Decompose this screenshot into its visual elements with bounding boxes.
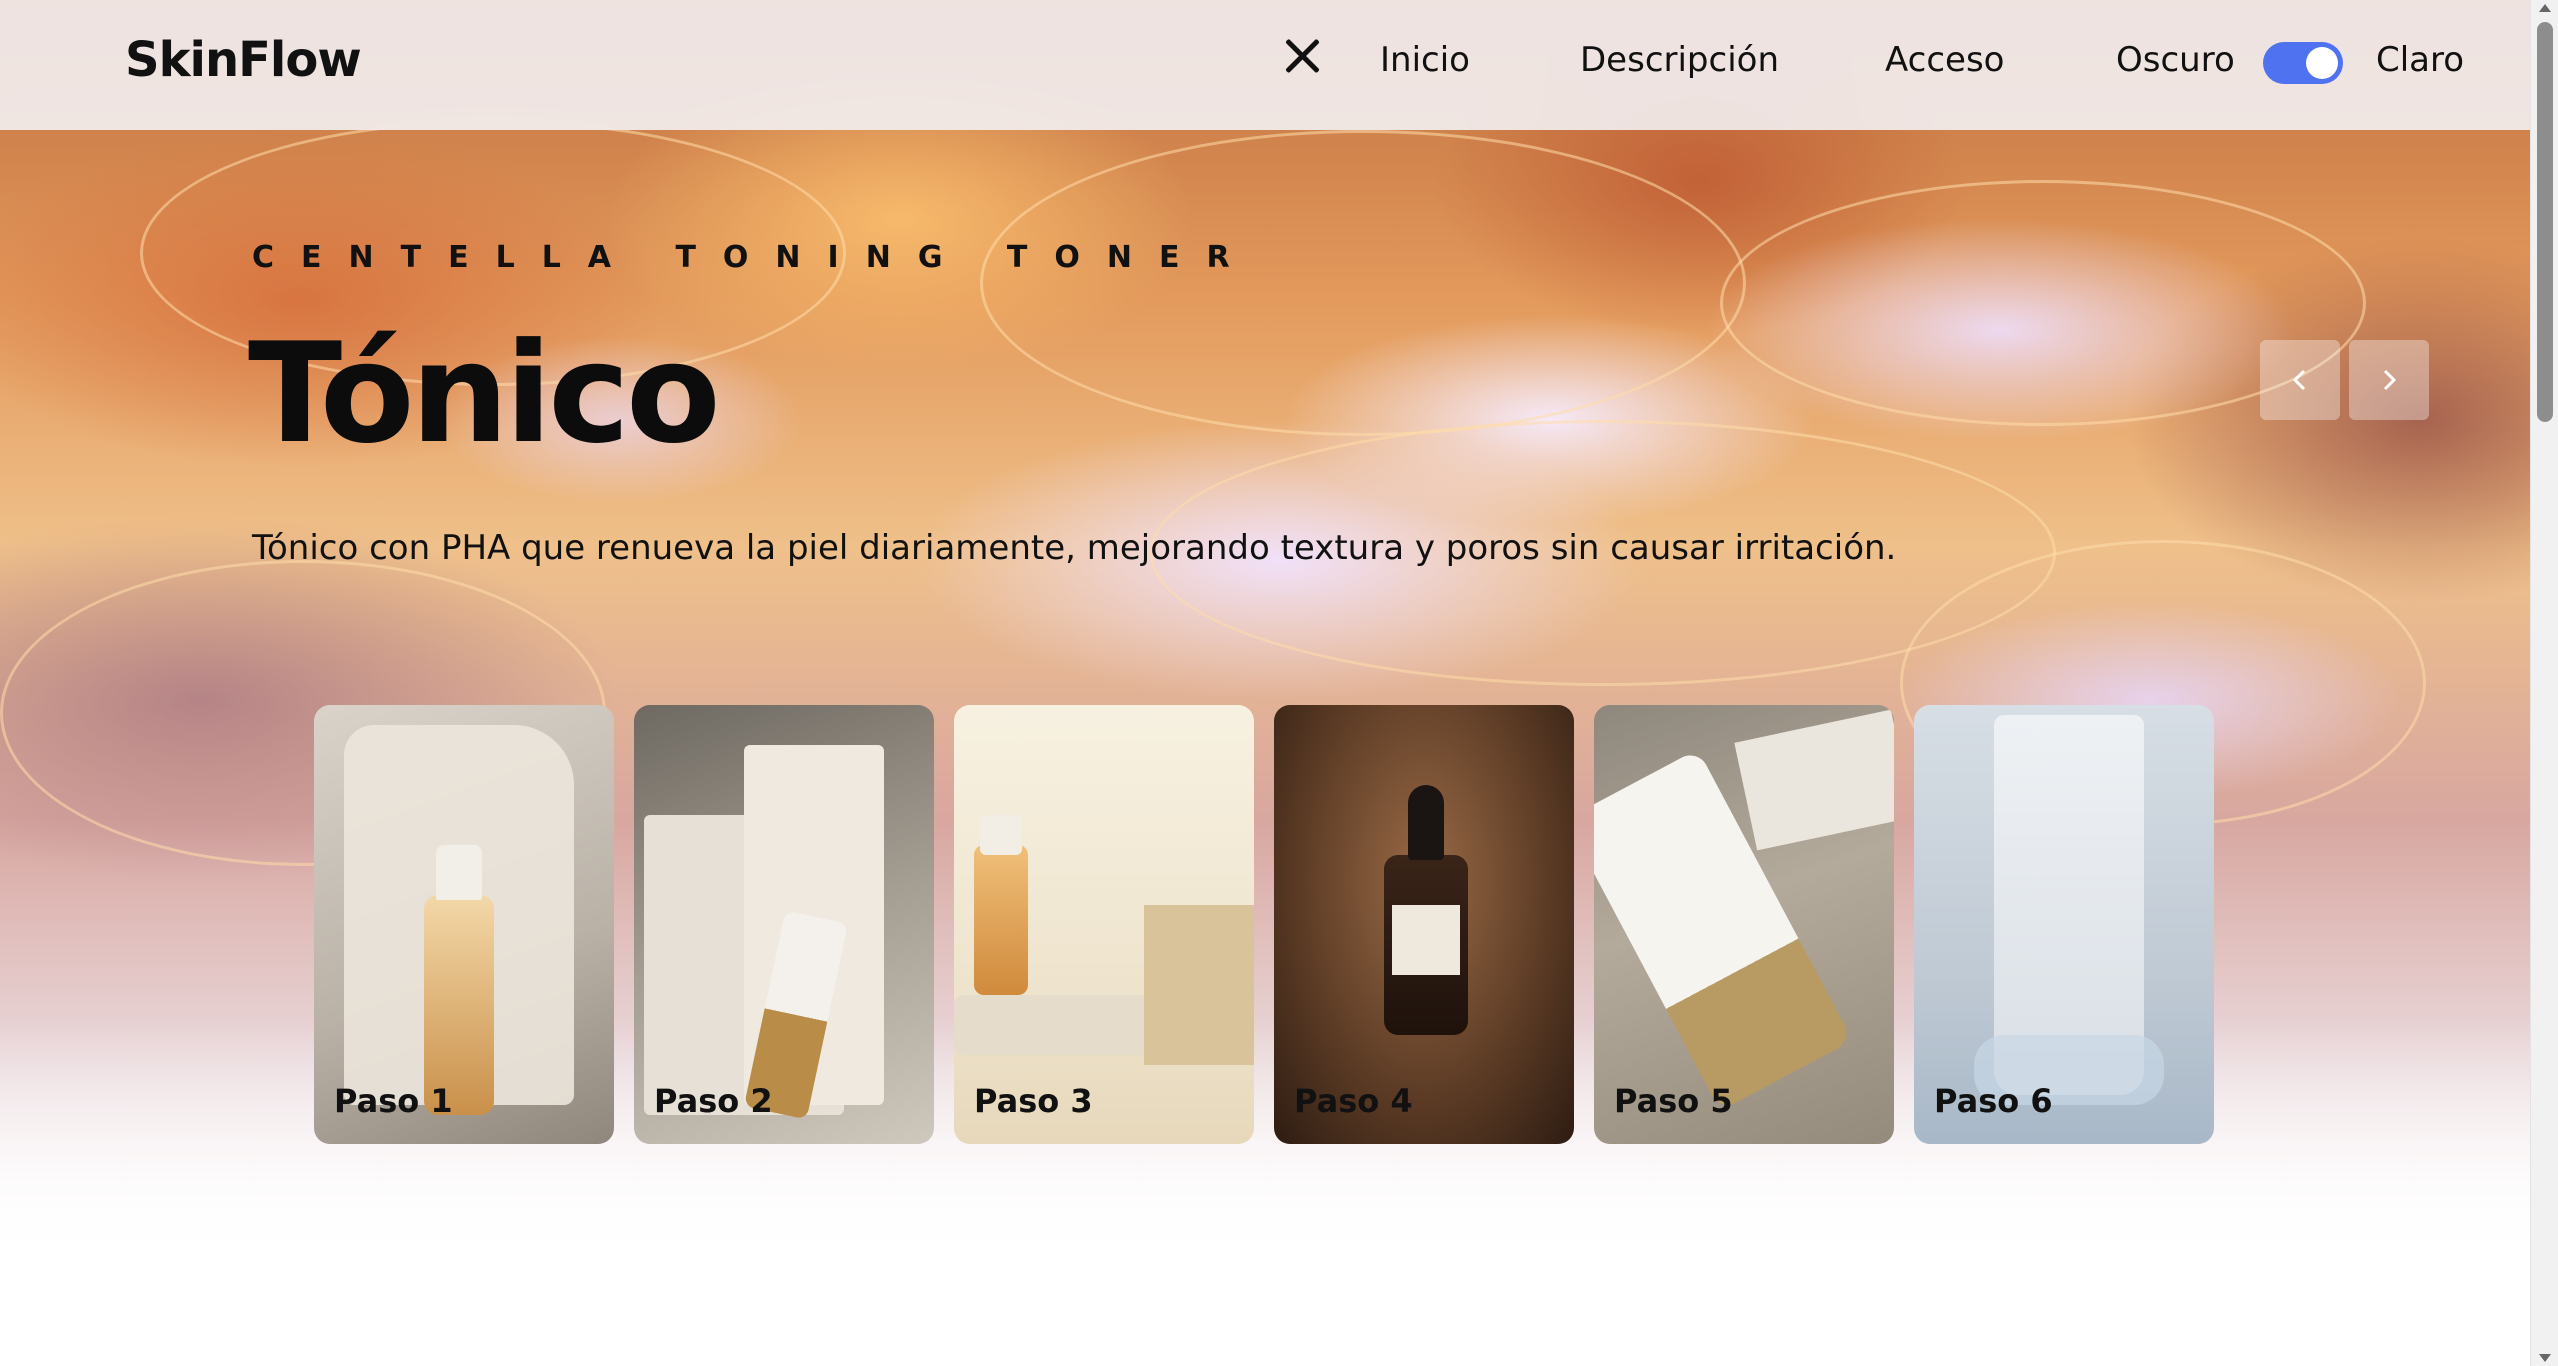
nav-link-inicio[interactable]: Inicio	[1380, 40, 1470, 80]
prev-button[interactable]	[2260, 340, 2340, 420]
water-ripple	[980, 130, 1746, 436]
bottle-label	[1392, 905, 1460, 975]
scrollbar-thumb[interactable]	[2537, 22, 2553, 422]
step-card-6[interactable]: Paso 6	[1914, 705, 2214, 1144]
hero-background	[0, 0, 2530, 1366]
next-button[interactable]	[2349, 340, 2429, 420]
product-box	[1734, 709, 1894, 851]
nav-link-acceso[interactable]: Acceso	[1885, 40, 2004, 80]
dropper-cap	[1408, 785, 1444, 860]
bottle-cap	[980, 815, 1022, 855]
step-label: Paso 5	[1614, 1082, 1733, 1120]
bottle-cap	[436, 845, 482, 900]
step-label: Paso 3	[974, 1082, 1093, 1120]
step-card-3[interactable]: Paso 3	[954, 705, 1254, 1144]
theme-dark-label: Oscuro	[2116, 40, 2235, 80]
step-card-1[interactable]: Paso 1	[314, 705, 614, 1144]
navbar: SkinFlow Inicio Descripción Acceso Oscur…	[0, 0, 2530, 130]
step-card-4[interactable]: Paso 4	[1274, 705, 1574, 1144]
step-label: Paso 6	[1934, 1082, 2053, 1120]
step-label: Paso 2	[654, 1082, 773, 1120]
brand-logo[interactable]: SkinFlow	[125, 32, 362, 88]
scroll-up-icon[interactable]	[2539, 4, 2551, 12]
step-label: Paso 1	[334, 1082, 453, 1120]
step-card-5[interactable]: Paso 5	[1594, 705, 1894, 1144]
product-description: Tónico con PHA que renueva la piel diari…	[252, 528, 1897, 568]
scroll-down-icon[interactable]	[2539, 1354, 2551, 1362]
close-icon[interactable]	[1280, 34, 1324, 78]
product-eyebrow: CENTELLA TONING TONER	[252, 240, 1257, 275]
toggle-knob	[2306, 47, 2338, 79]
chevron-left-icon	[2292, 369, 2306, 391]
step-card-2[interactable]: Paso 2	[634, 705, 934, 1144]
page-title: Tónico	[248, 313, 721, 474]
theme-toggle[interactable]	[2263, 42, 2343, 84]
product-bottle	[974, 845, 1028, 995]
nav-link-descripcion[interactable]: Descripción	[1580, 40, 1779, 80]
block-shadow	[1144, 905, 1254, 1065]
stone-base	[954, 995, 1174, 1055]
vertical-scrollbar[interactable]	[2530, 0, 2558, 1366]
step-label: Paso 4	[1294, 1082, 1413, 1120]
theme-light-label: Claro	[2376, 40, 2465, 80]
chevron-right-icon	[2383, 369, 2397, 391]
